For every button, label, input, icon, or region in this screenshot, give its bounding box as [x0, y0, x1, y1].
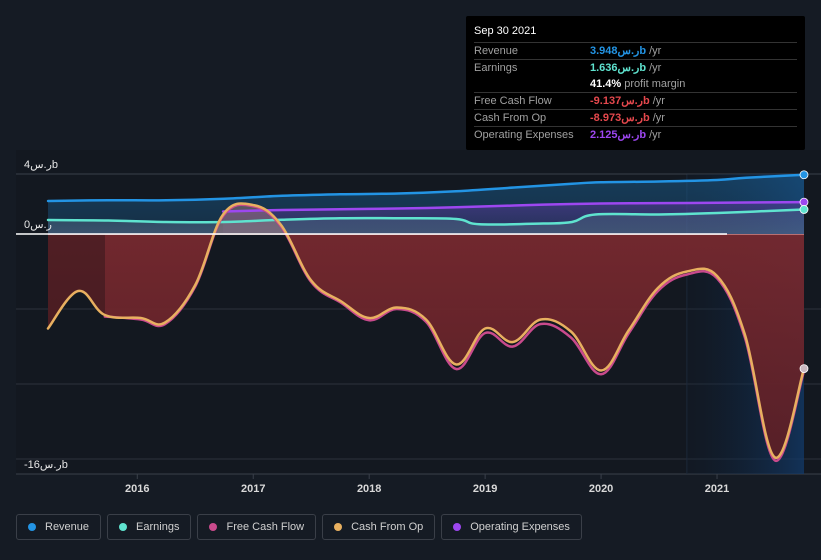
x-tick-label: 2018: [357, 483, 381, 495]
y-tick-label: -16ر.سb: [24, 459, 68, 471]
tooltip-label: Cash From Op: [474, 112, 547, 124]
free-cash-flow-dot-icon: [209, 523, 218, 531]
tooltip-value: 2.125ر.سb: [590, 129, 647, 141]
x-tick-label: 2019: [473, 483, 497, 495]
x-tick-label: 2020: [589, 483, 613, 495]
tooltip-unit: profit margin: [624, 78, 686, 90]
legend-item-free-cash-flow[interactable]: Free Cash Flow: [197, 514, 317, 540]
opex-end-marker: [799, 197, 809, 207]
tooltip-unit: /yr: [649, 62, 662, 74]
tooltip-value: 41.4%: [590, 78, 622, 90]
tooltip-value: 3.948ر.سb: [590, 45, 647, 57]
tooltip-label: [474, 76, 590, 92]
tooltip-unit: /yr: [649, 129, 662, 141]
legend-label: Revenue: [45, 521, 90, 533]
legend-item-operating-expenses[interactable]: Operating Expenses: [441, 514, 582, 540]
tooltip-value: 1.636ر.سb: [590, 62, 647, 74]
earnings-end-marker: [799, 205, 809, 214]
y-tick-label: 4ر.سb: [24, 159, 58, 171]
tooltip-row-operating-expenses: Operating Expenses 2.125ر.سb /yr: [474, 126, 797, 143]
x-tick-label: 2021: [705, 483, 729, 495]
legend-label: Earnings: [136, 521, 180, 533]
tooltip-label: Revenue: [474, 45, 519, 57]
tooltip-row-revenue: Revenue 3.948ر.سb /yr: [474, 42, 797, 59]
tooltip-value: -8.973ر.سb: [590, 112, 650, 124]
revenue-end-marker: [799, 170, 809, 180]
legend: Revenue Earnings Free Cash Flow Cash Fro…: [16, 514, 582, 540]
tooltip-row-profit-margin: 41.4% profit margin: [474, 76, 797, 92]
tooltip-date: Sep 30 2021: [474, 25, 537, 37]
legend-item-cash-from-op[interactable]: Cash From Op: [322, 514, 436, 540]
operating-expenses-dot-icon: [453, 523, 462, 531]
tooltip-value: -9.137ر.سb: [590, 95, 650, 107]
tooltip-label: Operating Expenses: [474, 129, 574, 141]
legend-item-revenue[interactable]: Revenue: [16, 514, 102, 540]
cash-from-op-dot-icon: [334, 523, 343, 531]
tooltip: Sep 30 2021 Revenue 3.948ر.سb /yr Earnin…: [466, 16, 805, 150]
tooltip-unit: /yr: [652, 112, 665, 124]
cfo-end-marker: [799, 364, 809, 373]
tooltip-row-free-cash-flow: Free Cash Flow -9.137ر.سb /yr: [474, 92, 797, 109]
tooltip-unit: /yr: [652, 95, 665, 107]
y-tick-label: 0ر.س: [24, 219, 52, 231]
revenue-dot-icon: [28, 523, 36, 531]
legend-label: Cash From Op: [351, 521, 424, 533]
tooltip-unit: /yr: [649, 45, 662, 57]
tooltip-label: Earnings: [474, 62, 518, 74]
legend-label: Free Cash Flow: [226, 521, 305, 533]
tooltip-row-earnings: Earnings 1.636ر.سb /yr: [474, 59, 797, 76]
legend-item-earnings[interactable]: Earnings: [107, 514, 192, 540]
earnings-dot-icon: [119, 523, 128, 531]
tooltip-row-cash-from-op: Cash From Op -8.973ر.سb /yr: [474, 109, 797, 126]
x-tick-label: 2017: [241, 483, 265, 495]
legend-label: Operating Expenses: [470, 521, 570, 533]
x-tick-label: 2016: [125, 483, 149, 495]
tooltip-label: Free Cash Flow: [474, 95, 552, 107]
